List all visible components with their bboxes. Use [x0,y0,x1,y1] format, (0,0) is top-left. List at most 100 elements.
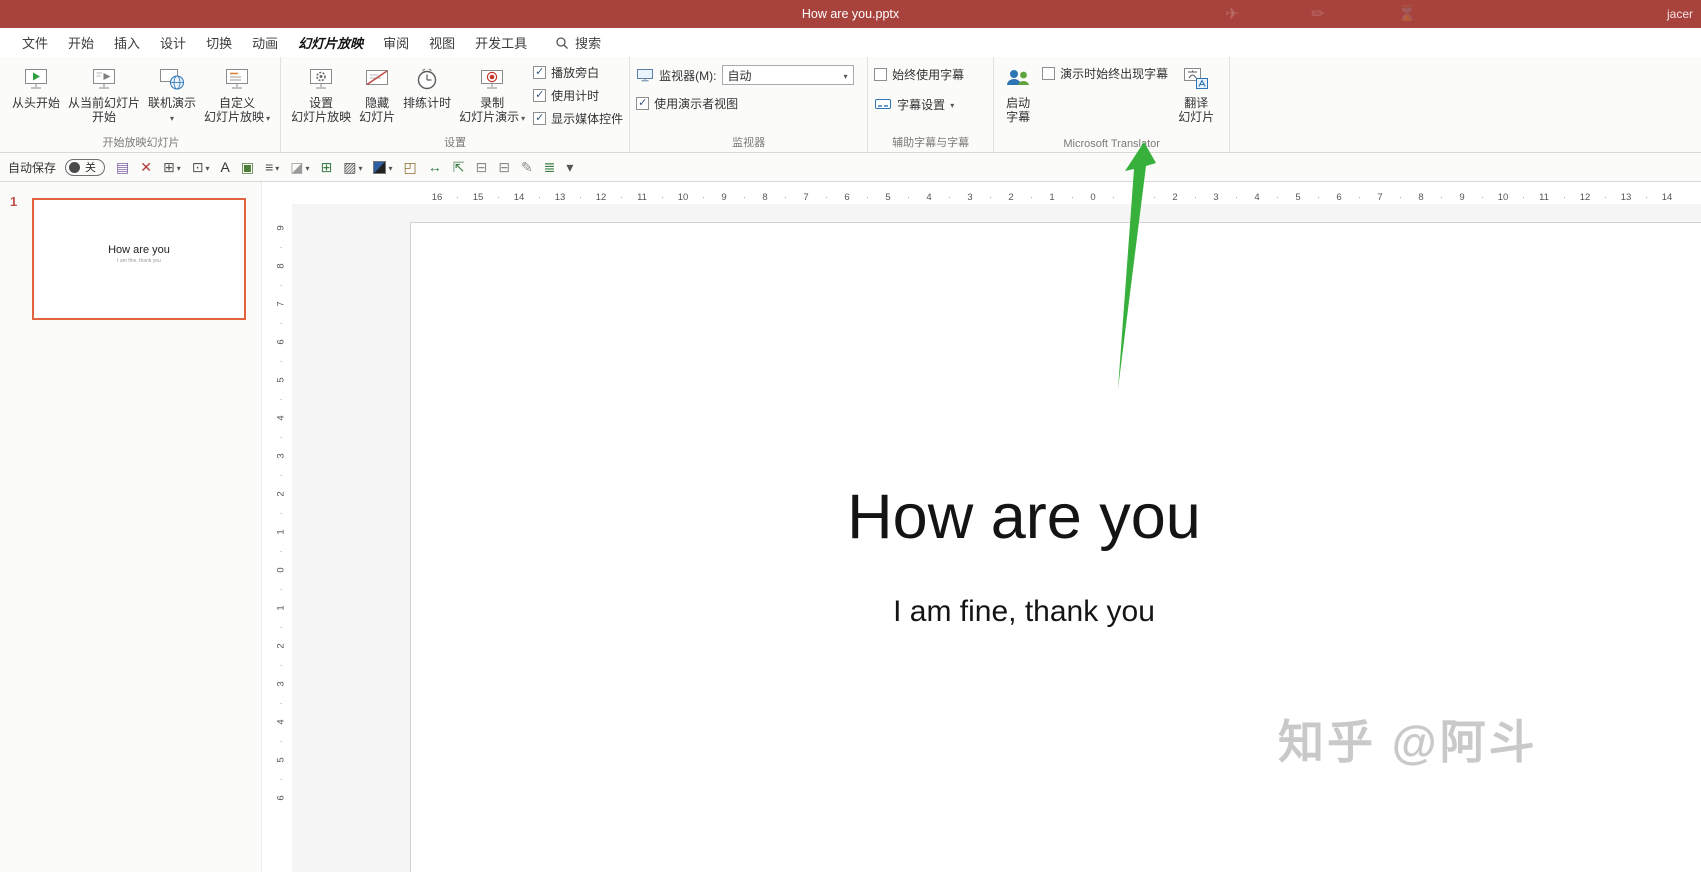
play-from-beginning-icon [22,62,50,93]
table-style-icon-glyph: ⊞ [162,159,175,175]
shape-shade-icon[interactable]: ◪ [288,159,311,175]
spacing-icon[interactable]: ≣ [542,159,558,175]
chevron-down-icon [950,97,954,111]
label: 幻灯片演示 [459,110,520,124]
monitor-select[interactable]: 自动 [721,65,854,85]
tab-transitions[interactable]: 切换 [196,28,242,57]
slide[interactable]: How are you I am fine, thank you [410,222,1701,872]
send-backward-icon[interactable]: ⊟ [496,159,512,175]
hide-slide-icon [363,62,391,93]
position-icon-glyph: ⇱ [452,159,465,175]
slide-title-text[interactable]: How are you [411,481,1637,553]
label: 排练计时 [403,96,452,110]
account-name[interactable]: jacer [1667,7,1693,21]
label: 幻灯片 [359,110,396,124]
align-icon-glyph: ≡ [265,159,274,175]
search-box[interactable]: 搜索 [555,33,601,52]
present-online-button[interactable]: 联机演示 [144,60,200,126]
tab-home[interactable]: 开始 [58,28,104,57]
checkbox-use-timings[interactable]: 使用计时 [533,86,623,105]
position-icon[interactable]: ⇱ [451,159,467,175]
tab-design[interactable]: 设计 [150,28,196,57]
checkbox-show-media-controls[interactable]: 显示媒体控件 [533,109,623,128]
tab-animations[interactable]: 动画 [242,28,288,57]
from-current-slide-button[interactable]: 从当前幻灯片 开始 [64,60,144,126]
shape-shade-icon-glyph: ◪ [290,159,304,175]
color-swatch-icon[interactable] [371,159,394,175]
chevron-down-icon [205,160,209,174]
from-beginning-button[interactable]: 从头开始 [8,60,64,112]
clock-icon [413,62,441,93]
subtitle-settings-button[interactable]: 字幕设置 [874,95,964,113]
insert-table-icon[interactable]: ⊞ [319,159,335,175]
group-translator: 启动 字幕 演示时始终出现字幕 翻译 幻灯片 Microsoft Transla… [994,57,1231,152]
checkbox-icon [533,65,547,79]
tab-file[interactable]: 文件 [12,28,58,57]
setup-slideshow-icon [307,62,335,93]
more-icon-glyph: ▾ [566,159,574,175]
thumbnail-title: How are you [108,244,170,256]
quick-access-toolbar: 自动保存 关 ▤ ✕ ⊞ ⊡ A ▣ ≡ ◪ ⊞ ▨ ◰ ↔ ⇱ ⊟ ⊟ ✎ ≣ ▾ [0,153,1701,182]
setup-slideshow-button[interactable]: 设置 幻灯片放映 [287,60,355,126]
format-painter-icon[interactable]: ✎ [519,159,535,175]
picture-icon[interactable]: ▣ [239,159,256,175]
tab-slideshow[interactable]: 幻灯片放映 [288,28,373,57]
rehearse-timings-button[interactable]: 排练计时 [399,60,455,112]
window-border-icon[interactable]: ⊡ [190,159,212,175]
insert-picture-icon[interactable]: ◰ [402,159,419,175]
start-subtitles-button[interactable]: 启动 字幕 [1000,60,1036,126]
bring-forward-icon[interactable]: ⊟ [473,159,489,175]
distribute-icon-glyph: ↔ [427,159,442,175]
slide-thumbnail-panel: 1 How are you I am fine, thank you [0,182,262,872]
delete-icon[interactable]: ✕ [138,159,154,175]
custom-slideshow-button[interactable]: 自定义 幻灯片放映 [200,60,274,126]
fill-pattern-icon[interactable]: ▨ [341,159,364,175]
label: 联机演示 [148,96,197,110]
chevron-down-icon [388,160,392,174]
slide-subtitle-text[interactable]: I am fine, thank you [411,595,1637,629]
titlebar: How are you.pptx jacer [0,0,1701,28]
slide-thumbnail[interactable]: How are you I am fine, thank you [32,198,246,320]
hide-slide-button[interactable]: 隐藏 幻灯片 [355,60,399,126]
toggle-knob-icon [69,161,81,173]
tab-view[interactable]: 视图 [419,28,465,57]
font-color-icon[interactable]: A [218,159,231,175]
vertical-ruler: 9 · 8 · 7 · 6 · 5 · 4 · 3 · 2 · 1 · 0 · 1 · 2 · 3 · 4 · 5 · 6 [275,225,287,801]
selected-value: 自动 [727,68,752,83]
search-label: 搜索 [575,36,602,51]
more-icon[interactable]: ▾ [564,159,575,175]
label: 启动 [1006,96,1031,110]
table-style-icon[interactable]: ⊞ [161,159,183,175]
watermark: 知乎 @阿斗 [1278,716,1538,768]
label: 翻译 [1184,96,1209,110]
play-from-current-icon [90,62,118,93]
checkbox-always-use-subtitles[interactable]: 始终使用字幕 [874,65,964,84]
record-slideshow-button[interactable]: 录制 幻灯片演示 [455,60,529,126]
custom-slideshow-icon [223,62,251,93]
label: 幻灯片放映 [291,110,352,124]
label: 字幕 [1006,110,1031,124]
distribute-icon[interactable]: ↔ [426,159,444,175]
checkbox-presenter-view[interactable]: 使用演示者视图 [636,94,853,113]
group-monitors: 监视器(M): 自动 使用演示者视图 监视器 [630,57,869,152]
autosave-toggle[interactable]: 关 [65,158,106,176]
label: 设置 [309,96,334,110]
label: 从当前幻灯片 [68,96,141,110]
checkbox-always-show-subtitles[interactable]: 演示时始终出现字幕 [1042,64,1168,83]
tab-developer[interactable]: 开发工具 [465,28,537,57]
save-icon-glyph: ▤ [116,159,130,175]
checkbox-play-narration[interactable]: 播放旁白 [533,63,623,82]
insert-table-icon-glyph: ⊞ [320,159,333,175]
align-icon[interactable]: ≡ [263,159,281,175]
save-icon[interactable]: ▤ [114,159,131,175]
group-captions: 始终使用字幕 字幕设置 辅助字幕与字幕 [868,57,995,152]
label: 字幕设置 [897,97,946,112]
tab-insert[interactable]: 插入 [104,28,150,57]
checkbox-icon [1042,67,1056,80]
tab-review[interactable]: 审阅 [373,28,419,57]
group-setup: 设置 幻灯片放映 隐藏 幻灯片 排练计时 录制 幻灯片演示 播 [281,57,631,152]
chevron-down-icon [266,110,270,124]
people-icon [1004,62,1032,93]
translate-slide-button[interactable]: 翻译 幻灯片 [1174,60,1218,126]
qat-icons: ▤ ✕ ⊞ ⊡ A ▣ ≡ ◪ ⊞ ▨ ◰ ↔ ⇱ ⊟ ⊟ ✎ ≣ ▾ [114,159,575,175]
